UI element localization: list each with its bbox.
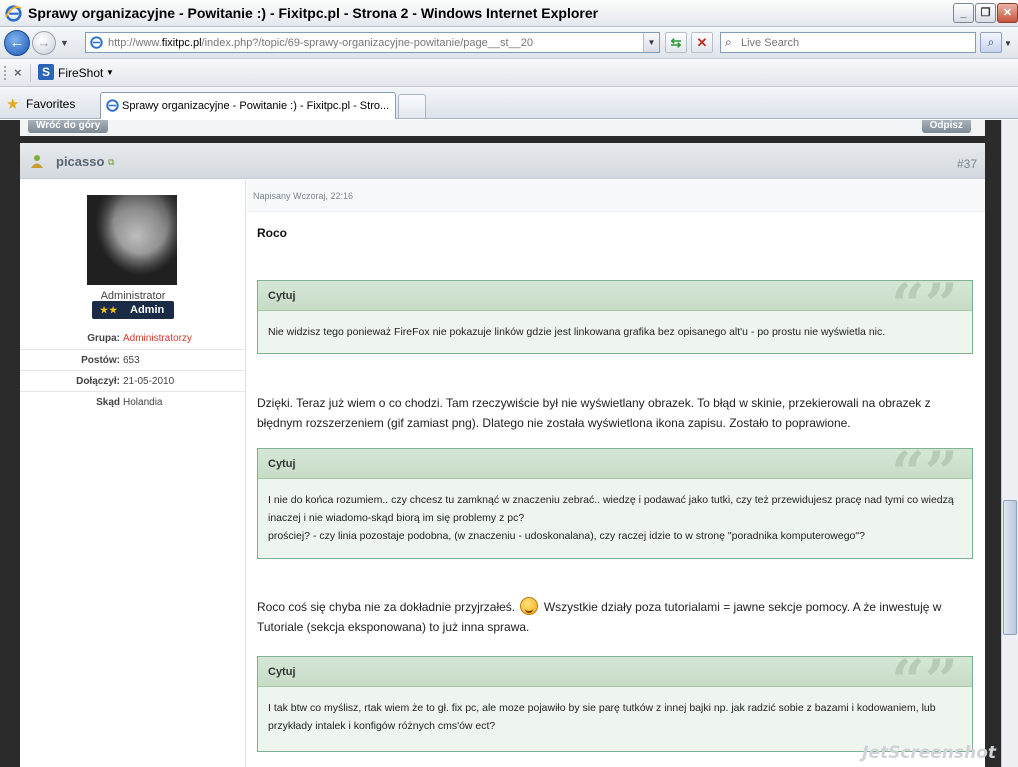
quote-line: I nie do końca rozumiem.. czy chcesz tu … bbox=[268, 494, 954, 524]
external-profile-icon[interactable]: ⧉ bbox=[108, 157, 114, 168]
quote-text: I tak btw co myślisz, rtak wiem że to gł… bbox=[268, 702, 936, 732]
favorites-star-icon[interactable]: ★ bbox=[6, 95, 19, 113]
window-title: Sprawy organizacyjne - Powitanie :) - Fi… bbox=[28, 5, 599, 21]
quote-line: prościej? - czy linia pozostaje podobna,… bbox=[268, 530, 865, 542]
reply-paragraph: Roco coś się chyba nie za dokładnie przy… bbox=[257, 597, 973, 637]
quote-label: Cytuj bbox=[268, 458, 296, 470]
forum-post: picasso ⧉ #37 Administrator ★★ Admin Gru… bbox=[20, 143, 985, 767]
info-value: 653 bbox=[123, 355, 140, 366]
search-go-button[interactable]: ⌕ bbox=[980, 32, 1002, 53]
search-options-dropdown-icon[interactable]: ▼ bbox=[1004, 39, 1012, 48]
post-date-strip: Napisany Wczoraj, 22:16 bbox=[247, 180, 985, 212]
quote-block: Cytuj “” I tak btw co myślisz, rtak wiem… bbox=[257, 651, 973, 752]
address-bar[interactable]: http://www.fixitpc.pl/index.php?/topic/6… bbox=[85, 32, 660, 53]
previous-post-footer: Wróć do góry Odpisz bbox=[20, 120, 985, 136]
minimize-button[interactable]: _ bbox=[953, 3, 974, 23]
info-row-location: Skąd Holandia bbox=[20, 391, 246, 412]
search-icon: ⌕ bbox=[725, 35, 732, 49]
post-content: Napisany Wczoraj, 22:16 Roco Cytuj “” Ni… bbox=[247, 180, 985, 767]
stop-button[interactable]: ✕ bbox=[691, 32, 713, 53]
reply-text: Roco coś się chyba nie za dokładnie przy… bbox=[257, 600, 516, 614]
title-bar: Sprawy organizacyjne - Powitanie :) - Fi… bbox=[0, 0, 1018, 27]
favorites-button[interactable]: Favorites bbox=[26, 97, 75, 111]
info-label: Postów: bbox=[81, 355, 120, 366]
quote-label: Cytuj bbox=[268, 290, 296, 302]
quote-marks-icon: “” bbox=[891, 439, 958, 507]
role-badge: ★★ Admin bbox=[92, 301, 174, 319]
tab-title: Sprawy organizacyjne - Powitanie :) - Fi… bbox=[122, 100, 390, 112]
refresh-icon: ⇆ bbox=[670, 35, 682, 50]
reply-button[interactable]: Odpisz bbox=[921, 120, 971, 133]
quote-header: Cytuj “” bbox=[258, 651, 972, 711]
navigation-bar: ← → ▼ http://www.fixitpc.pl/index.php?/t… bbox=[0, 27, 1018, 59]
info-label: Skąd bbox=[96, 397, 120, 408]
info-value: Holandia bbox=[123, 397, 163, 408]
tab-bar: ★ Favorites Sprawy organizacyjne - Powit… bbox=[0, 87, 1018, 119]
post-intro: Roco bbox=[257, 226, 287, 240]
back-button[interactable]: ← bbox=[4, 30, 30, 56]
back-to-top-button[interactable]: Wróć do góry bbox=[28, 120, 109, 133]
info-value: 21-05-2010 bbox=[123, 376, 175, 387]
url-text[interactable]: http://www.fixitpc.pl/index.php?/topic/6… bbox=[108, 37, 533, 49]
back-arrow-icon: ← bbox=[9, 34, 25, 51]
info-row-posts: Postów: 653 bbox=[20, 349, 246, 370]
info-row-group: Grupa: Administratorzy bbox=[20, 328, 246, 349]
search-box[interactable]: ⌕ bbox=[720, 32, 976, 53]
history-dropdown-icon[interactable]: ▼ bbox=[60, 38, 69, 48]
quote-text: Nie widzisz tego ponieważ FireFox nie po… bbox=[268, 326, 886, 338]
ie-logo-icon bbox=[5, 5, 22, 22]
quote-block: Cytuj “” I nie do końca rozumiem.. czy c… bbox=[257, 443, 973, 559]
close-button[interactable]: ✕ bbox=[997, 3, 1018, 23]
quote-header: Cytuj “” bbox=[258, 443, 972, 503]
avatar-shading bbox=[87, 195, 177, 285]
info-row-joined: Dołączył: 21-05-2010 bbox=[20, 370, 246, 391]
new-tab-button[interactable] bbox=[398, 94, 426, 118]
toolbar: × S FireShot ▼ bbox=[0, 59, 1018, 87]
watermark-logo: JetScreenshot bbox=[862, 743, 996, 763]
ie-page-icon bbox=[90, 36, 103, 49]
scrollbar-thumb[interactable] bbox=[1003, 500, 1017, 635]
toolbar-separator bbox=[30, 64, 31, 82]
address-dropdown-icon[interactable]: ▼ bbox=[643, 33, 659, 52]
post-number[interactable]: #37 bbox=[957, 157, 977, 171]
post-header: picasso ⧉ #37 bbox=[20, 143, 985, 179]
post-date: Napisany Wczoraj, 22:16 bbox=[253, 191, 354, 201]
quote-label: Cytuj bbox=[268, 666, 296, 678]
quote-header: Cytuj “” bbox=[258, 275, 972, 335]
close-toolbar-icon[interactable]: × bbox=[14, 65, 22, 80]
tab-active[interactable]: Sprawy organizacyjne - Powitanie :) - Fi… bbox=[100, 92, 396, 119]
author-sidebar: Administrator ★★ Admin Grupa: Administra… bbox=[20, 180, 246, 767]
user-icon bbox=[31, 155, 43, 168]
quote-marks-icon: “” bbox=[891, 271, 958, 339]
ie-tab-icon bbox=[106, 99, 119, 112]
fireshot-icon[interactable]: S bbox=[38, 64, 54, 80]
forward-button[interactable]: → bbox=[32, 31, 56, 55]
search-input[interactable] bbox=[741, 35, 971, 50]
info-label: Grupa: bbox=[87, 333, 120, 344]
toolbar-grip[interactable] bbox=[4, 66, 6, 80]
quote-marks-icon: “” bbox=[891, 647, 958, 715]
vertical-scrollbar[interactable] bbox=[1001, 120, 1018, 767]
quote-text: I nie do końca rozumiem.. czy chcesz tu … bbox=[258, 479, 972, 556]
avatar[interactable] bbox=[87, 195, 177, 285]
reply-paragraph: Dzięki. Teraz już wiem o co chodzi. Tam … bbox=[257, 396, 931, 430]
info-label: Dołączył: bbox=[76, 376, 120, 387]
info-value[interactable]: Administratorzy bbox=[123, 333, 192, 344]
refresh-button[interactable]: ⇆ bbox=[665, 32, 687, 53]
stars-icon: ★★ bbox=[100, 305, 119, 315]
magnifier-icon: ⌕ bbox=[987, 35, 995, 49]
maximize-button[interactable]: ❐ bbox=[975, 3, 996, 23]
fireshot-button[interactable]: FireShot bbox=[58, 66, 103, 80]
page-viewport: Wróć do góry Odpisz picasso ⧉ #37 Admini… bbox=[0, 120, 1018, 767]
stop-icon: ✕ bbox=[696, 35, 708, 50]
role-badge-label: Admin bbox=[130, 304, 165, 316]
post-username[interactable]: picasso bbox=[56, 154, 104, 169]
forward-arrow-icon: → bbox=[37, 35, 51, 50]
quote-block: Cytuj “” Nie widzisz tego ponieważ FireF… bbox=[257, 275, 973, 354]
smiley-icon bbox=[520, 597, 539, 615]
fireshot-dropdown-icon[interactable]: ▼ bbox=[106, 68, 114, 77]
